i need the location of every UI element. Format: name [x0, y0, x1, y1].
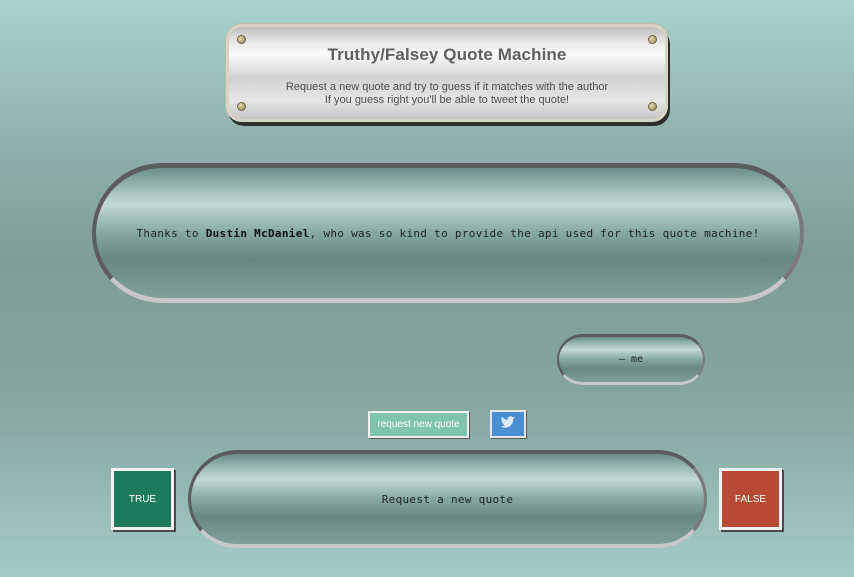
answer-text: Request a new quote [381, 492, 514, 506]
author-text: — me [618, 354, 644, 365]
request-new-quote-button[interactable]: request new quote [368, 411, 469, 438]
quote-credit-name: Dustin McDaniel [205, 226, 310, 240]
page-title: Truthy/Falsey Quote Machine [327, 45, 567, 64]
screw-icon [648, 102, 657, 111]
true-button[interactable]: TRUE [111, 468, 174, 530]
screw-icon [648, 35, 657, 44]
answer-display: Request a new quote [188, 450, 707, 548]
tweet-button[interactable] [490, 410, 526, 438]
screw-icon [237, 102, 246, 111]
quote-text: Thanks to Dustin McDaniel, who was so ki… [136, 227, 759, 240]
quote-prefix: Thanks to [136, 226, 206, 240]
quote-suffix: , who was so kind to provide the api use… [309, 226, 760, 240]
author-display: — me [557, 334, 705, 385]
instructions-line-2: If you guess right you'll be able to twe… [324, 94, 570, 106]
twitter-bird-icon [500, 415, 515, 433]
false-button[interactable]: FALSE [719, 468, 782, 530]
screw-icon [237, 35, 246, 44]
page-instructions: Request a new quote and try to guess if … [229, 81, 665, 107]
title-plate: Truthy/Falsey Quote Machine Request a ne… [226, 24, 668, 122]
instructions-line-1: Request a new quote and try to guess if … [285, 81, 609, 93]
quote-display: Thanks to Dustin McDaniel, who was so ki… [92, 163, 804, 303]
